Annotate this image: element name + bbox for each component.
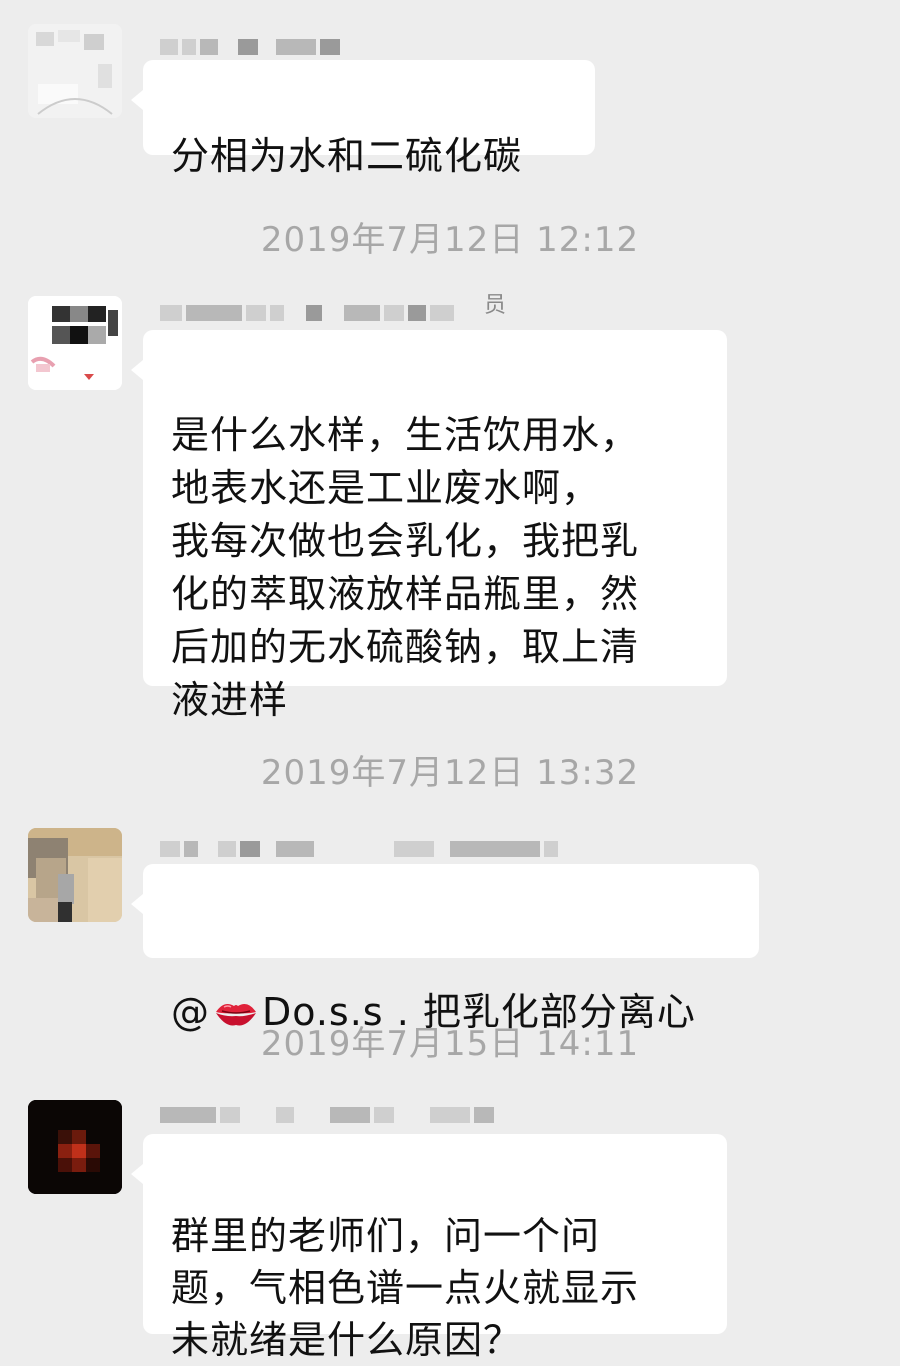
avatar[interactable] [28,828,122,922]
avatar[interactable] [28,296,122,390]
sender-suffix: 员 [484,293,507,318]
message-bubble[interactable]: 分相为水和二硫化碳 [131,60,595,178]
message-text: 分相为水和二硫化碳 [171,134,523,178]
message-bubble[interactable]: 是什么水样，生活饮用水， 地表水还是工业废水啊， 我每次做也会乳化，我把乳 化的… [131,330,727,722]
message-bubble[interactable]: @ Do.s.s . 把乳化部分离心 [131,864,759,1034]
kiss-lips-icon [214,937,258,1026]
sender-name [160,36,344,58]
timestamp: 2019年7月12日 13:32 [260,753,640,793]
chat-window: 分相为水和二硫化碳 2019年7月12日 12:12 员 是什么水样，生活饮用水… [0,0,900,1362]
message-text: 是什么水样，生活饮用水， 地表水还是工业废水啊， 我每次做也会乳化，我把乳 化的… [171,413,640,722]
timestamp: 2019年7月15日 14:11 [260,1024,640,1064]
sender-name [160,838,562,860]
avatar[interactable] [28,24,122,118]
sender-name [160,1104,498,1126]
message-bubble[interactable]: 群里的老师们，问一个问 题，气相色谱一点火就显示 未就绪是什么原因？ [131,1134,727,1362]
message-text: 群里的老师们，问一个问 题，气相色谱一点火就显示 未就绪是什么原因？ [171,1214,640,1362]
sender-name: 员 [160,293,506,324]
avatar[interactable] [28,1100,122,1194]
timestamp: 2019年7月12日 12:12 [260,220,640,260]
